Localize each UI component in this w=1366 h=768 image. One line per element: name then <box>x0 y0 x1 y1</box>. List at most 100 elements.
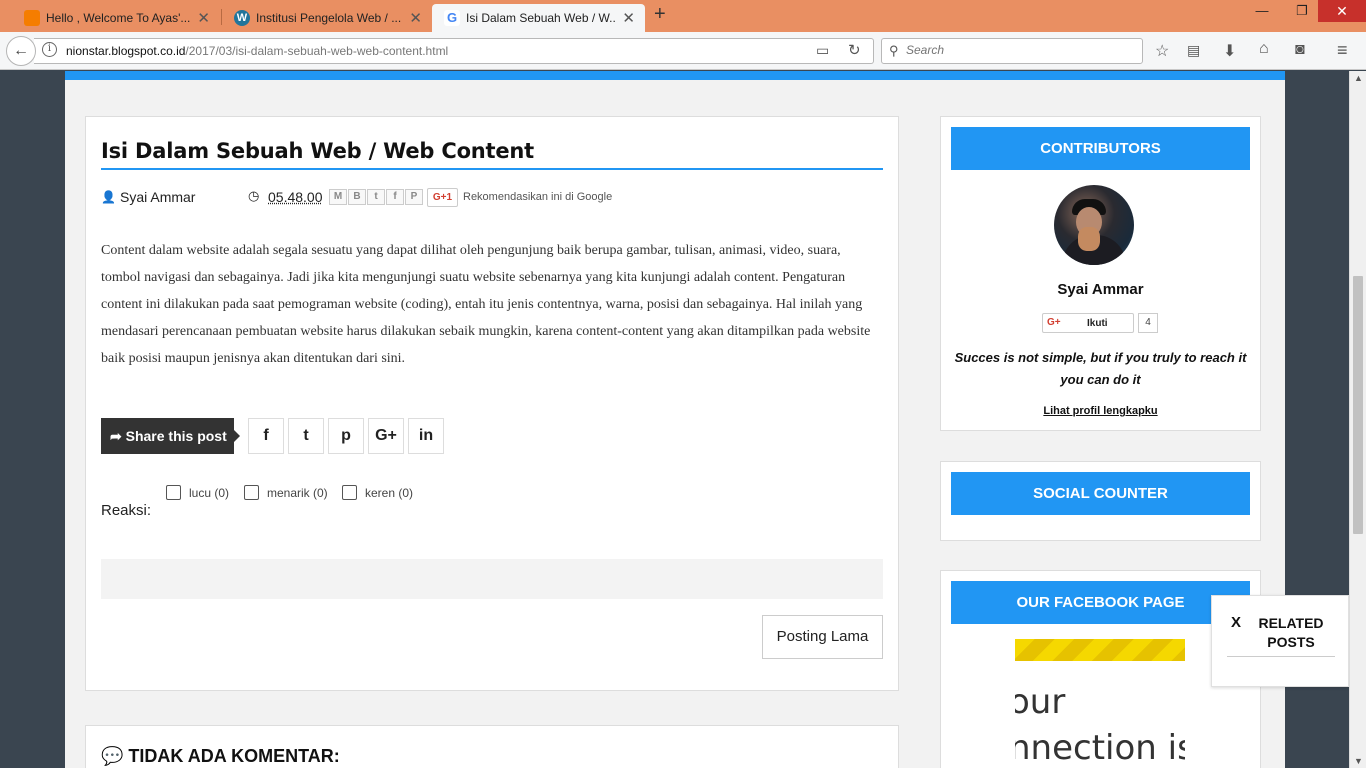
restore-icon[interactable]: ❐ <box>1290 0 1314 22</box>
contributor-name[interactable]: Syai Ammar <box>941 281 1260 298</box>
title-underline <box>101 168 883 170</box>
scroll-down-icon[interactable]: ▼ <box>1354 756 1363 766</box>
gplus-icon: G+ <box>1047 317 1061 328</box>
reaction-checkbox[interactable] <box>166 485 181 500</box>
scroll-up-icon[interactable]: ▲ <box>1354 73 1363 83</box>
close-tab-icon[interactable]: ✕ <box>409 9 422 27</box>
search-box[interactable]: ⚲ <box>881 38 1143 64</box>
blog-page: Isi Dalam Sebuah Web / Web Content 👤 Sya… <box>65 71 1285 768</box>
gplus-text: Rekomendasikan ini di Google <box>463 191 613 203</box>
email-share-icon[interactable]: M <box>329 189 347 205</box>
bookmark-star-icon[interactable]: ☆ <box>1155 41 1169 61</box>
reaction-keren[interactable]: keren (0) <box>342 485 413 501</box>
comments-icon: 💬 <box>101 746 129 766</box>
tab-wordpress[interactable]: W Institusi Pengelola Web / ... ✕ <box>210 4 432 32</box>
post-body: Content dalam website adalah segala sesu… <box>101 243 871 366</box>
reaction-menarik[interactable]: menarik (0) <box>244 485 328 501</box>
header-accent-bar <box>65 71 1285 80</box>
url-host: nionstar.blogspot.co.id <box>66 44 186 58</box>
reactions: Reaksi: lucu (0) menarik (0) keren (0) <box>101 485 501 525</box>
reaction-text: lucu (0) <box>189 486 230 500</box>
user-icon: 👤 <box>101 190 116 204</box>
post-author[interactable]: Syai Ammar <box>120 189 195 205</box>
gplus-button[interactable]: G+1 <box>427 188 458 207</box>
close-tab-icon[interactable]: ✕ <box>622 9 635 27</box>
social-counter-widget: SOCIAL COUNTER <box>940 461 1261 541</box>
related-posts-title[interactable]: RELATED POSTS <box>1252 614 1330 652</box>
tab-bar: Hello , Welcome To Ayas'... ✕ W Institus… <box>0 0 1366 32</box>
close-tab-icon[interactable]: ✕ <box>197 9 210 27</box>
pinterest-share-icon[interactable]: P <box>405 189 423 205</box>
url-path: /2017/03/isi-dalam-sebuah-web-web-conten… <box>185 44 449 58</box>
page-scrollbar[interactable]: ▲ ▼ <box>1349 71 1366 768</box>
tab-active[interactable]: G Isi Dalam Sebuah Web / W... ✕ <box>432 4 645 32</box>
share-icons: M B t f P <box>329 189 424 205</box>
page-viewport: Isi Dalam Sebuah Web / Web Content 👤 Sya… <box>0 71 1349 768</box>
comments-heading: 💬 TIDAK ADA KOMENTAR: <box>101 746 340 767</box>
googleplus-button[interactable]: G+ <box>368 418 404 454</box>
pinterest-button[interactable]: p <box>328 418 364 454</box>
post-meta: 👤 Syai Ammar ◷ 05.48.00 M B t f P G+1 Re… <box>101 187 883 209</box>
facebook-button[interactable]: f <box>248 418 284 454</box>
search-input[interactable] <box>906 43 1126 57</box>
blogthis-share-icon[interactable]: B <box>348 189 366 205</box>
reaction-checkbox[interactable] <box>342 485 357 500</box>
close-window-button[interactable]: ✕ <box>1318 0 1366 22</box>
post-time[interactable]: 05.48.00 <box>268 189 323 205</box>
search-icon: ⚲ <box>889 43 899 58</box>
reload-icon[interactable]: ↻ <box>848 41 861 59</box>
facebook-share-icon[interactable]: f <box>386 189 404 205</box>
related-posts-popup: X RELATED POSTS <box>1211 595 1349 687</box>
facebook-page-image[interactable]: our nnection is <box>1015 639 1185 768</box>
follower-count: 4 <box>1138 313 1158 333</box>
info-icon[interactable]: i <box>42 42 57 57</box>
contributors-widget: CONTRIBUTORS Syai Ammar G+ Ikuti 4 Succe… <box>940 116 1261 431</box>
divider <box>1227 656 1335 657</box>
pocket-icon[interactable]: ◙ <box>1295 41 1305 59</box>
contributors-heading: CONTRIBUTORS <box>951 127 1250 170</box>
reaction-lucu[interactable]: lucu (0) <box>166 485 229 501</box>
older-post-button[interactable]: Posting Lama <box>762 615 883 659</box>
twitter-button[interactable]: t <box>288 418 324 454</box>
facebook-image-text: our nnection is <box>1015 682 1185 768</box>
address-bar[interactable]: i nionstar.blogspot.co.id/2017/03/isi-da… <box>34 38 874 64</box>
reaction-text: menarik (0) <box>267 486 328 500</box>
comments-card: 💬 TIDAK ADA KOMENTAR: <box>85 725 899 768</box>
menu-icon[interactable]: ≡ <box>1337 40 1348 61</box>
reader-view-icon[interactable]: ▭ <box>816 42 829 59</box>
post-card: Isi Dalam Sebuah Web / Web Content 👤 Sya… <box>85 116 899 691</box>
empty-panel <box>101 559 883 599</box>
url-text[interactable]: nionstar.blogspot.co.id/2017/03/isi-dala… <box>66 44 448 58</box>
comments-title-text: TIDAK ADA KOMENTAR: <box>128 746 340 766</box>
reaction-checkbox[interactable] <box>244 485 259 500</box>
google-icon: G <box>444 10 460 26</box>
reactions-label: Reaksi: <box>101 502 152 519</box>
twitter-share-icon[interactable]: t <box>367 189 385 205</box>
avatar[interactable] <box>1054 185 1134 265</box>
stripe-banner <box>1015 639 1185 661</box>
tab-blogger[interactable]: Hello , Welcome To Ayas'... ✕ <box>0 4 220 32</box>
post-title: Isi Dalam Sebuah Web / Web Content <box>101 139 535 163</box>
share-this-post-label: ➦ Share this post <box>101 418 240 454</box>
tab-title: Hello , Welcome To Ayas'... <box>46 11 191 25</box>
home-icon[interactable]: ⌂ <box>1259 40 1269 58</box>
social-counter-heading: SOCIAL COUNTER <box>951 472 1250 515</box>
back-button[interactable]: ← <box>6 36 36 66</box>
share-label-text: Share this post <box>125 428 227 444</box>
linkedin-button[interactable]: in <box>408 418 444 454</box>
facebook-heading: OUR FACEBOOK PAGE <box>951 581 1250 624</box>
follow-button[interactable]: G+ Ikuti <box>1042 313 1134 333</box>
contributor-quote: Succes is not simple, but if you truly t… <box>954 350 1247 387</box>
clock-icon: ◷ <box>248 188 260 203</box>
scroll-thumb[interactable] <box>1353 276 1363 534</box>
share-arrow-icon: ➦ <box>110 428 126 444</box>
new-tab-button[interactable]: + <box>654 3 666 26</box>
reading-list-icon[interactable]: ▤ <box>1187 42 1200 59</box>
minimize-icon[interactable]: — <box>1250 0 1274 22</box>
reaction-text: keren (0) <box>365 486 414 500</box>
close-related-button[interactable]: X <box>1231 614 1241 631</box>
avatar-cat <box>1078 227 1100 251</box>
follow-label: Ikuti <box>1087 318 1108 329</box>
downloads-icon[interactable]: ⬇ <box>1223 41 1236 61</box>
profile-link[interactable]: Lihat profil lengkapku <box>941 405 1260 417</box>
